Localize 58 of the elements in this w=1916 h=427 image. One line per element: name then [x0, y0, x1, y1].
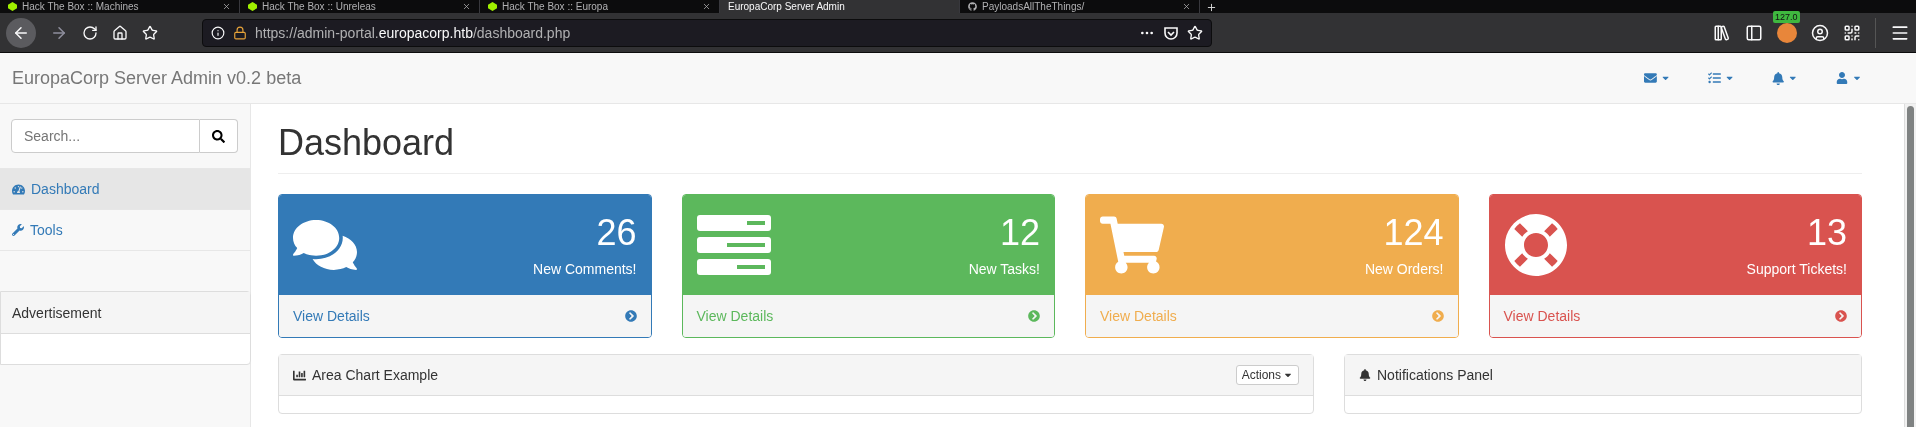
stat-label: New Orders!	[1364, 261, 1444, 277]
extension-icon[interactable]	[1777, 22, 1797, 43]
panel-title: Notifications Panel	[1377, 367, 1494, 383]
info-icon[interactable]	[211, 25, 225, 40]
bell-icon	[1359, 369, 1371, 381]
envelope-icon	[1644, 71, 1657, 85]
close-icon[interactable]	[1182, 2, 1191, 11]
star-icon[interactable]	[142, 24, 158, 41]
close-icon[interactable]	[222, 2, 231, 11]
close-icon[interactable]	[462, 2, 471, 11]
qr-code-icon[interactable]	[1843, 23, 1861, 42]
bookmark-star-icon[interactable]	[1187, 24, 1203, 41]
search-icon	[212, 129, 225, 143]
account-icon[interactable]	[1811, 23, 1829, 42]
reload-icon[interactable]	[82, 24, 98, 41]
bar-chart-icon	[293, 368, 306, 382]
sidebar-item-label: Dashboard	[31, 181, 100, 197]
dashboard-icon	[12, 182, 25, 196]
back-button[interactable]	[6, 17, 36, 48]
stat-label: New Tasks!	[968, 261, 1040, 277]
browser-tab[interactable]: EuropaCorp Server Admin	[720, 0, 960, 13]
search-field[interactable]: Search...	[11, 119, 200, 153]
brand-title[interactable]: EuropaCorp Server Admin v0.2 beta	[12, 67, 302, 89]
stat-count: 124	[1383, 213, 1444, 253]
actions-button[interactable]: Actions	[1235, 365, 1299, 385]
panel-heading: Advertisement	[1, 292, 250, 334]
library-icon[interactable]	[1713, 23, 1731, 42]
stat-label: Support Tickets!	[1746, 261, 1847, 277]
bell-icon	[1772, 71, 1785, 85]
view-details-link[interactable]: View Details	[279, 295, 651, 337]
server-rack-icon	[696, 215, 771, 275]
wrench-icon	[12, 224, 24, 236]
lock-icon[interactable]	[233, 25, 247, 40]
cube-icon	[248, 2, 257, 11]
sidebar-item[interactable]: Dashboard	[0, 169, 250, 210]
tasks-icon	[1708, 71, 1721, 85]
stat-count: 26	[596, 213, 637, 253]
user-icon	[1836, 72, 1848, 84]
github-icon	[968, 2, 977, 11]
sidebar-icon[interactable]	[1745, 23, 1763, 42]
cube-icon	[8, 2, 17, 11]
search-button[interactable]	[200, 119, 238, 153]
panel-title: Area Chart Example	[312, 367, 440, 383]
life-ring-icon	[1503, 213, 1568, 277]
view-details-link[interactable]: View Details	[1489, 295, 1861, 337]
stat-count: 13	[1806, 213, 1847, 253]
stat-label: New Comments!	[533, 261, 637, 277]
url-text: https://admin-portal.europacorp.htb/dashboard.php	[255, 24, 572, 41]
page-title: Dashboard	[278, 122, 1862, 174]
pocket-icon[interactable]	[1163, 24, 1179, 41]
new-tab-icon[interactable]	[1206, 2, 1217, 13]
address-bar[interactable]: https://admin-portal.europacorp.htb/dashboard.php	[202, 18, 1212, 47]
scrollbar-thumb[interactable]	[1907, 106, 1914, 427]
cube-icon	[488, 2, 497, 11]
stat-count: 12	[999, 213, 1040, 253]
home-icon[interactable]	[112, 24, 128, 41]
close-icon[interactable]	[702, 2, 711, 11]
sidebar-item-label: Tools	[30, 222, 63, 238]
